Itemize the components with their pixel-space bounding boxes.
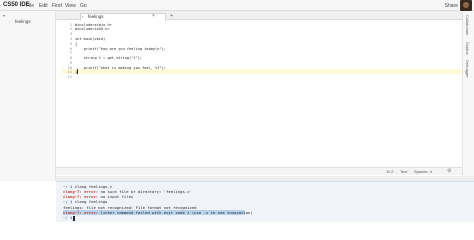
avatar[interactable]: [460, 0, 472, 11]
terminal-prompt: ~/ $: [63, 183, 75, 189]
share-button[interactable]: Share: [445, 3, 458, 9]
terminal-line: clang-7: error: no such file or director…: [63, 189, 192, 194]
menu-file[interactable]: File: [26, 3, 34, 9]
line-number: 5: [69, 41, 72, 46]
tab-close-icon[interactable]: ×: [152, 13, 155, 19]
terminal-line: clang-7: error: linker command failed wi…: [63, 210, 253, 215]
tab-debugger[interactable]: Debugger: [465, 60, 470, 78]
terminal-output: no such file or directory: 'feelings.c': [100, 188, 192, 194]
line-number: 12: [67, 74, 72, 79]
menu-find[interactable]: Find: [52, 3, 62, 9]
code-editor[interactable]: [56, 21, 462, 167]
menu-view[interactable]: View: [65, 3, 76, 9]
folder-collapse-icon[interactable]: ▾: [3, 13, 5, 18]
terminal-line: clang-7: error: no input files: [63, 194, 133, 199]
file-icon: ▪: [82, 14, 84, 19]
error-prefix: clang-7: error:: [63, 210, 101, 215]
code-line: #include<cs50.h>: [75, 27, 110, 32]
line-number: 6: [69, 46, 72, 51]
terminal-command: clang feelings: [74, 199, 108, 205]
code-line: {: [75, 41, 78, 46]
tab-collaborate[interactable]: Collaborate: [465, 15, 470, 35]
code-line: printf("how are you feeling today\n");: [75, 46, 166, 51]
error-prefix: clang-7: error:: [63, 188, 101, 194]
file-tree-panel: [0, 11, 56, 181]
terminal-prompt: ~/ $: [63, 199, 75, 205]
text-cursor: [77, 69, 78, 74]
line-number: 2: [69, 27, 72, 32]
file-icon: ▫: [9, 19, 11, 24]
syntax-mode[interactable]: Text: [400, 169, 407, 174]
terminal-line: ~/ $ clang feelings: [63, 199, 108, 204]
error-prefix: clang-7: error:: [63, 194, 101, 200]
code-line: #include<stdio.h>: [75, 22, 112, 27]
terminal-panel[interactable]: [56, 181, 474, 222]
line-number: 11: [67, 70, 72, 74]
tab-label: feelings: [88, 14, 104, 19]
line-number: 4: [69, 36, 72, 41]
code-line: printf("what is making you feel, %f");: [75, 65, 166, 70]
line-number: 7: [69, 51, 72, 56]
line-number: 3: [69, 32, 72, 37]
terminal-command: clang feelings.c: [74, 183, 113, 189]
terminal-cursor: [73, 215, 75, 221]
terminal-line: feelings: file not recognized: File form…: [63, 205, 197, 210]
menu-go[interactable]: Go: [80, 3, 87, 9]
terminal-output: no input files: [100, 194, 134, 200]
terminal-output: linker command failed with exit code 1 (…: [100, 210, 253, 215]
terminal-line: ~/ $ clang feelings.c: [63, 184, 112, 189]
right-panel: [462, 11, 474, 181]
code-line: int main(void): [75, 36, 106, 41]
menu-edit[interactable]: Edit: [39, 3, 48, 9]
terminal-output: feelings: file not recognized: File form…: [63, 204, 197, 210]
active-line-highlight: [62, 69, 462, 74]
line-number: 1: [69, 22, 72, 27]
code-line: string f = get_string("f");: [75, 56, 143, 61]
tree-item-feelings[interactable]: feelings: [15, 19, 31, 24]
gear-icon[interactable]: ⚙: [447, 168, 451, 174]
line-number: 9: [69, 60, 72, 65]
tab-outline[interactable]: Outline: [465, 42, 470, 55]
line-number: 8: [69, 56, 72, 61]
cursor-position[interactable]: 11:2: [386, 169, 394, 174]
new-tab-button[interactable]: +: [170, 13, 173, 19]
indent-setting[interactable]: Spaces: 4: [414, 169, 432, 174]
